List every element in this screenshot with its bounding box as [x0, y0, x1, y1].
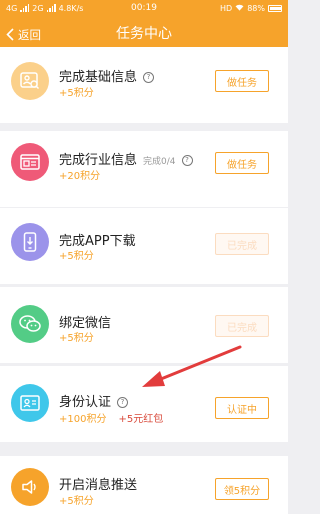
claim-points-button[interactable]: 领5积分: [215, 478, 269, 500]
task-reward: +5积分: [59, 496, 94, 507]
signal-icon: [20, 4, 30, 12]
id-card-icon: [11, 384, 49, 422]
task-card-identity-verification: 身份认证? +100积分 +5元红包 认证中: [0, 366, 288, 442]
task-reward-bonus: +5元红包: [118, 414, 164, 425]
network2-label: 2G: [32, 3, 44, 13]
task-reward: +5积分: [59, 333, 94, 344]
task-card-bind-wechat: 绑定微信 +5积分 已完成: [0, 287, 288, 363]
task-title: 身份认证?: [59, 391, 129, 410]
task-reward-points: +100积分: [59, 414, 107, 425]
network-speed: 4.8K/s: [58, 3, 84, 13]
completed-button[interactable]: 已完成: [215, 315, 269, 337]
task-card-industry-info: 完成行业信息 完成0/4? +20积分 做任务: [0, 131, 288, 207]
speaker-icon: [11, 468, 49, 506]
completed-button[interactable]: 已完成: [215, 233, 269, 255]
task-title-text: 完成基础信息: [59, 70, 138, 85]
hd-label: HD: [220, 3, 233, 13]
status-bar: 4G 2G 4.8K/s 00:19 HD 88%: [0, 0, 288, 16]
wechat-icon: [11, 305, 49, 343]
task-title: 完成行业信息 完成0/4?: [59, 149, 193, 168]
task-title-text: 完成行业信息: [59, 153, 138, 168]
task-reward: +100积分 +5元红包: [59, 410, 163, 425]
task-title-text: 身份认证: [59, 395, 112, 410]
task-card-message-push: 开启消息推送 +5积分 领5积分: [0, 456, 288, 514]
help-icon[interactable]: ?: [143, 72, 155, 83]
task-reward: +20积分: [59, 171, 101, 182]
task-title: 完成基础信息?: [59, 66, 155, 85]
task-card-app-download: 完成APP下载 +5积分 已完成: [0, 208, 288, 284]
network-label: 4G: [6, 3, 18, 13]
task-card-basic-info: 完成基础信息? +5积分 做任务: [0, 47, 288, 123]
battery-icon: [268, 4, 282, 12]
do-task-button[interactable]: 做任务: [215, 70, 269, 92]
do-task-button[interactable]: 做任务: [215, 152, 269, 174]
phone-download-icon: [11, 223, 49, 261]
battery-percent: 88%: [247, 3, 265, 13]
task-title: 开启消息推送: [59, 478, 138, 493]
profile-card-icon: [11, 62, 49, 100]
browser-window-icon: [11, 143, 49, 181]
task-reward: +5积分: [59, 88, 94, 99]
task-reward: +5积分: [59, 251, 94, 262]
help-icon[interactable]: ?: [181, 155, 193, 166]
signal2-icon: [46, 4, 56, 12]
task-progress: 完成0/4: [143, 157, 176, 167]
verifying-button[interactable]: 认证中: [215, 397, 269, 419]
help-icon[interactable]: ?: [117, 397, 129, 408]
wifi-icon: [235, 4, 244, 13]
